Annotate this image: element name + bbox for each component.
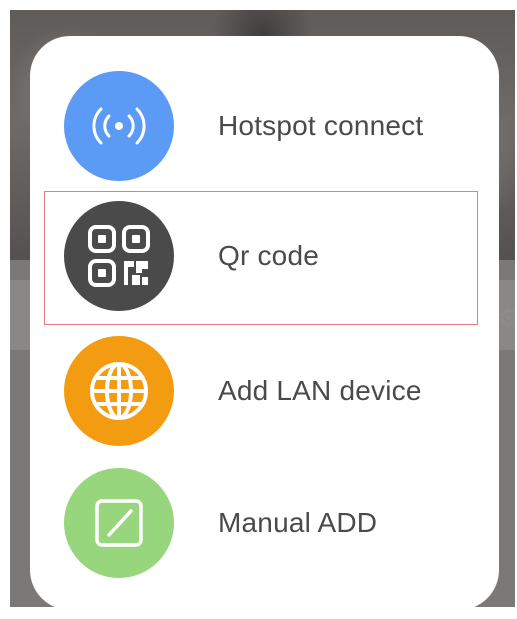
hotspot-icon-circle [64, 71, 174, 181]
menu-item-add-lan-device[interactable]: Add LAN device [30, 326, 499, 456]
wifi-hotspot-icon [92, 107, 146, 145]
manual-add-icon-circle [64, 468, 174, 578]
globe-icon [90, 362, 148, 420]
menu-item-label: Manual ADD [218, 507, 378, 538]
menu-item-manual-add[interactable]: Manual ADD [30, 458, 499, 588]
menu-item-qr-code[interactable]: Qr code [30, 191, 499, 325]
screen: ⚙ Hotspot connect Qr code Add LAN device… [0, 0, 517, 619]
add-device-dialog: Hotspot connect Qr code Add LAN device M… [30, 36, 499, 610]
background-gear-icon: ⚙ [497, 303, 515, 333]
menu-item-label: Qr code [218, 240, 319, 271]
lan-device-icon-circle [64, 336, 174, 446]
menu-item-label: Hotspot connect [218, 110, 424, 141]
qr-code-icon [88, 225, 150, 287]
qr-code-icon-circle [64, 201, 174, 311]
edit-icon [95, 499, 143, 547]
menu-item-label: Add LAN device [218, 375, 422, 406]
menu-item-hotspot-connect[interactable]: Hotspot connect [30, 61, 499, 191]
